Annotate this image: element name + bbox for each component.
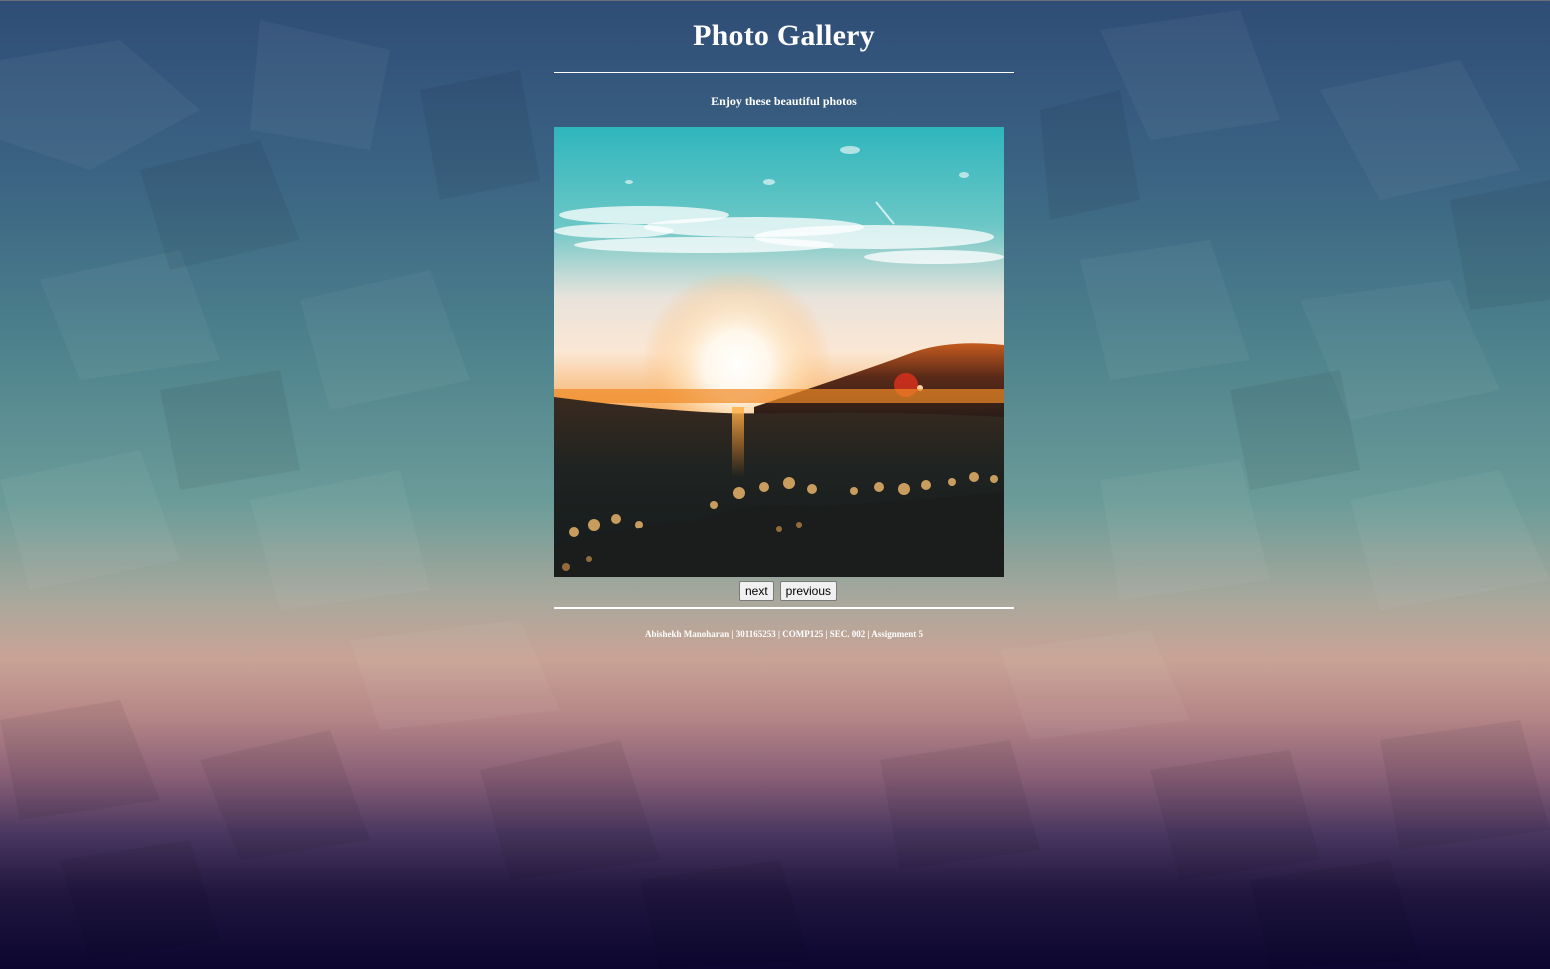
sunset-photo-image	[554, 127, 1004, 577]
footer-divider	[554, 607, 1014, 609]
gallery-photo	[554, 127, 1004, 577]
page-subtitle: Enjoy these beautiful photos	[711, 94, 857, 108]
footer-credits: Abishekh Manoharan | 301165253 | COMP125…	[645, 629, 923, 639]
page-title: Photo Gallery	[693, 19, 875, 52]
previous-button[interactable]: previous	[779, 581, 838, 601]
header-divider	[554, 72, 1014, 73]
window-top-border	[0, 0, 1550, 1]
gallery-container: Photo Gallery Enjoy these beautiful phot…	[554, 0, 1014, 649]
next-button[interactable]: next	[738, 581, 774, 601]
gallery-controls: next previous	[554, 581, 1014, 601]
